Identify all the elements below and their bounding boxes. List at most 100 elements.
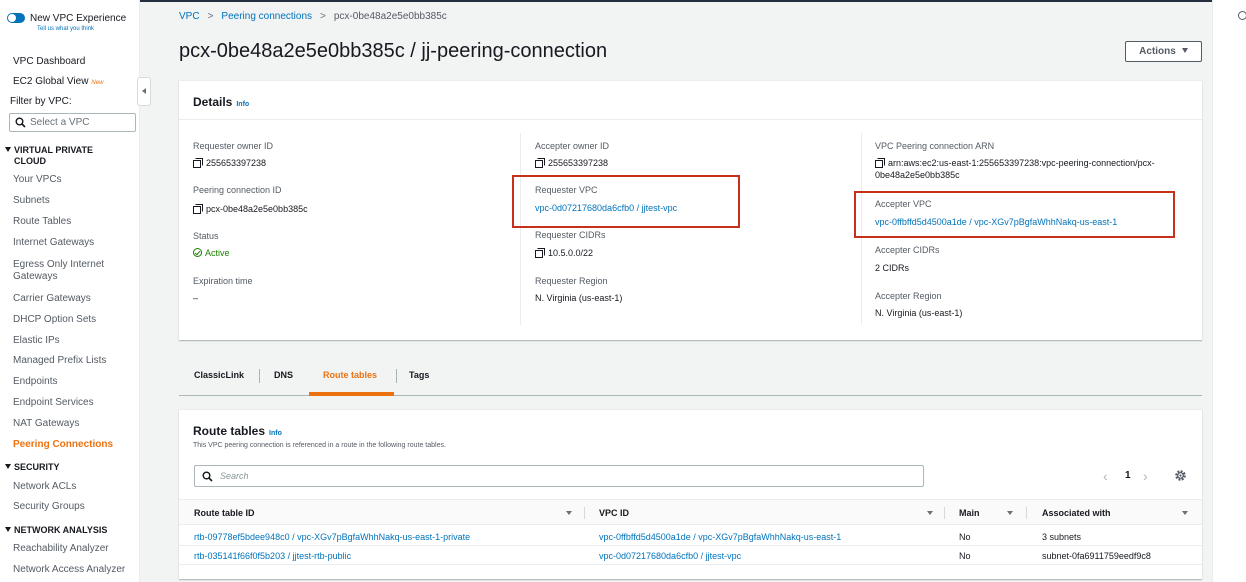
caret-down-icon [5, 464, 11, 469]
accepter-owner-id: 255653397238 [535, 157, 608, 169]
settings-gear-icon[interactable] [1174, 469, 1187, 482]
new-experience-toggle[interactable] [7, 13, 25, 23]
column-header-associated-with[interactable]: Associated with [1042, 508, 1111, 518]
details-header: Details Info [179, 81, 1202, 120]
sidebar-item-route-tables[interactable]: Route Tables [13, 216, 71, 228]
sidebar-item-internet-gateways[interactable]: Internet Gateways [13, 237, 94, 249]
info-link[interactable]: Info [269, 430, 282, 437]
requester-cidrs: 10.5.0.0/22 [535, 247, 593, 259]
page-title: pcx-0be48a2e5e0bb385c / jj-peering-conne… [179, 40, 608, 62]
sidebar-item-network-acls[interactable]: Network ACLs [13, 481, 76, 493]
sidebar-item-label: EC2 Global View [13, 76, 89, 87]
column-separator [944, 507, 945, 519]
sort-icon[interactable] [566, 511, 572, 515]
sidebar-item-endpoint-services[interactable]: Endpoint Services [13, 397, 94, 409]
status-label: Status [193, 231, 219, 241]
sidebar-item-carrier-gateways[interactable]: Carrier Gateways [13, 293, 91, 305]
column-header-main[interactable]: Main [959, 508, 980, 518]
tab-separator [396, 369, 397, 383]
vpc-id-link[interactable]: vpc-0d07217680da6cfb0 / jjtest-vpc [599, 551, 741, 561]
tab-route-tables[interactable]: Route tables [323, 370, 377, 380]
sidebar-item-egress-only-internet-gateways[interactable]: Egress Only Internet Gateways [13, 259, 104, 283]
previous-page-icon[interactable]: ‹ [1103, 468, 1108, 484]
feedback-link[interactable]: Tell us what you think [37, 26, 94, 32]
copy-icon[interactable] [535, 158, 545, 168]
info-circle-icon[interactable] [1238, 11, 1246, 20]
actions-button[interactable]: Actions [1125, 41, 1202, 62]
column-header-vpc-id[interactable]: VPC ID [599, 508, 629, 518]
sidebar-item-elastic-ips[interactable]: Elastic IPs [13, 335, 60, 347]
breadcrumb-peering-connections[interactable]: Peering connections [221, 11, 312, 22]
associated-with-value: 3 subnets [1042, 532, 1082, 542]
new-experience-label: New VPC Experience [30, 13, 127, 24]
sidebar-item-your-vpcs[interactable]: Your VPCs [13, 174, 62, 186]
sidebar-item-security-groups[interactable]: Security Groups [13, 501, 85, 513]
peering-connection-id-label: Peering connection ID [193, 185, 282, 195]
requester-region: N. Virginia (us-east-1) [535, 293, 623, 303]
filter-by-vpc-label: Filter by VPC: [10, 96, 72, 107]
copy-icon[interactable] [875, 158, 885, 168]
caret-down-icon [5, 147, 11, 152]
sidebar-item-nat-gateways[interactable]: NAT Gateways [13, 418, 79, 430]
route-table-id-link[interactable]: rtb-09778ef5bdee948c0 / vpc-XGv7pBgfaWhh… [194, 532, 470, 542]
section-network-analysis[interactable]: NETWORK ANALYSIS [5, 525, 107, 536]
copy-icon[interactable] [193, 204, 203, 214]
route-tables-search-input[interactable]: Search [194, 465, 924, 487]
tab-separator [259, 369, 260, 383]
info-link[interactable]: Info [236, 101, 249, 108]
vpc-id-link[interactable]: vpc-0ffbffd5d4500a1de / vpc-XGv7pBgfaWhh… [599, 532, 841, 542]
search-icon [15, 117, 26, 128]
tab-tags[interactable]: Tags [409, 370, 429, 380]
route-tables-description: This VPC peering connection is reference… [193, 442, 446, 449]
breadcrumb-separator: > [207, 11, 214, 22]
requester-region-label: Requester Region [535, 276, 608, 286]
expiration-time: – [193, 293, 199, 303]
caret-down-icon [5, 527, 11, 532]
column-separator [1026, 507, 1027, 519]
caret-down-icon [1181, 48, 1188, 53]
tab-bar: ClassicLink DNS Route tables Tags [179, 358, 1202, 396]
section-security[interactable]: SECURITY [5, 462, 60, 473]
new-badge: New [91, 80, 104, 86]
sidebar-item-peering-connections[interactable]: Peering Connections [13, 439, 113, 451]
tab-classiclink[interactable]: ClassicLink [194, 370, 244, 380]
details-title: Details Info [193, 95, 250, 109]
next-page-icon[interactable]: › [1143, 468, 1148, 484]
status-value: Active [193, 247, 230, 259]
arn-value: arn:aws:ec2:us-east-1:255653397238:vpc-p… [875, 158, 1155, 180]
breadcrumb-separator: > [320, 11, 326, 22]
sidebar-item-reachability-analyzer[interactable]: Reachability Analyzer [13, 543, 109, 555]
vpc-filter-select[interactable]: Select a VPC [9, 113, 136, 132]
copy-icon[interactable] [193, 158, 203, 168]
sidebar-item-managed-prefix-lists[interactable]: Managed Prefix Lists [13, 355, 106, 367]
breadcrumb-vpc[interactable]: VPC [179, 11, 200, 22]
sort-icon[interactable] [1007, 511, 1013, 515]
collapse-sidebar-button[interactable] [137, 77, 151, 106]
sidebar-item-subnets[interactable]: Subnets [13, 195, 50, 207]
section-virtual-private-cloud[interactable]: VIRTUAL PRIVATE CLOUD [5, 145, 93, 167]
route-table-id-link[interactable]: rtb-035141f66f0f5b203 / jjtest-rtb-publi… [194, 551, 351, 561]
sidebar-item-dhcp-option-sets[interactable]: DHCP Option Sets [13, 314, 96, 326]
requester-cidrs-label: Requester CIDRs [535, 230, 606, 240]
search-placeholder: Search [220, 471, 249, 481]
column-header-route-table-id[interactable]: Route table ID [194, 508, 255, 518]
sidebar-item-ec2-global-view[interactable]: EC2 Global View New [13, 76, 103, 89]
expiration-time-label: Expiration time [193, 276, 253, 286]
copy-icon[interactable] [535, 248, 545, 258]
breadcrumb-current: pcx-0be48a2e5e0bb385c [333, 11, 447, 22]
current-page[interactable]: 1 [1125, 470, 1131, 481]
breadcrumb: VPC > Peering connections > pcx-0be48a2e5e0b… [179, 11, 447, 22]
column-divider [520, 133, 521, 325]
requester-owner-id: 255653397238 [193, 157, 266, 169]
sort-icon[interactable] [927, 511, 933, 515]
accepter-cidrs-label: Accepter CIDRs [875, 245, 940, 255]
vpc-filter-placeholder: Select a VPC [30, 117, 90, 128]
sidebar-item-endpoints[interactable]: Endpoints [13, 376, 57, 388]
sidebar-item-network-access-analyzer[interactable]: Network Access Analyzer [13, 564, 125, 576]
sidebar-item-vpc-dashboard[interactable]: VPC Dashboard [13, 56, 85, 68]
requester-owner-id-label: Requester owner ID [193, 141, 274, 151]
tab-dns[interactable]: DNS [274, 370, 293, 380]
search-icon [202, 471, 213, 482]
sort-icon[interactable] [1182, 511, 1188, 515]
highlight-box-accepter-vpc [854, 191, 1175, 238]
